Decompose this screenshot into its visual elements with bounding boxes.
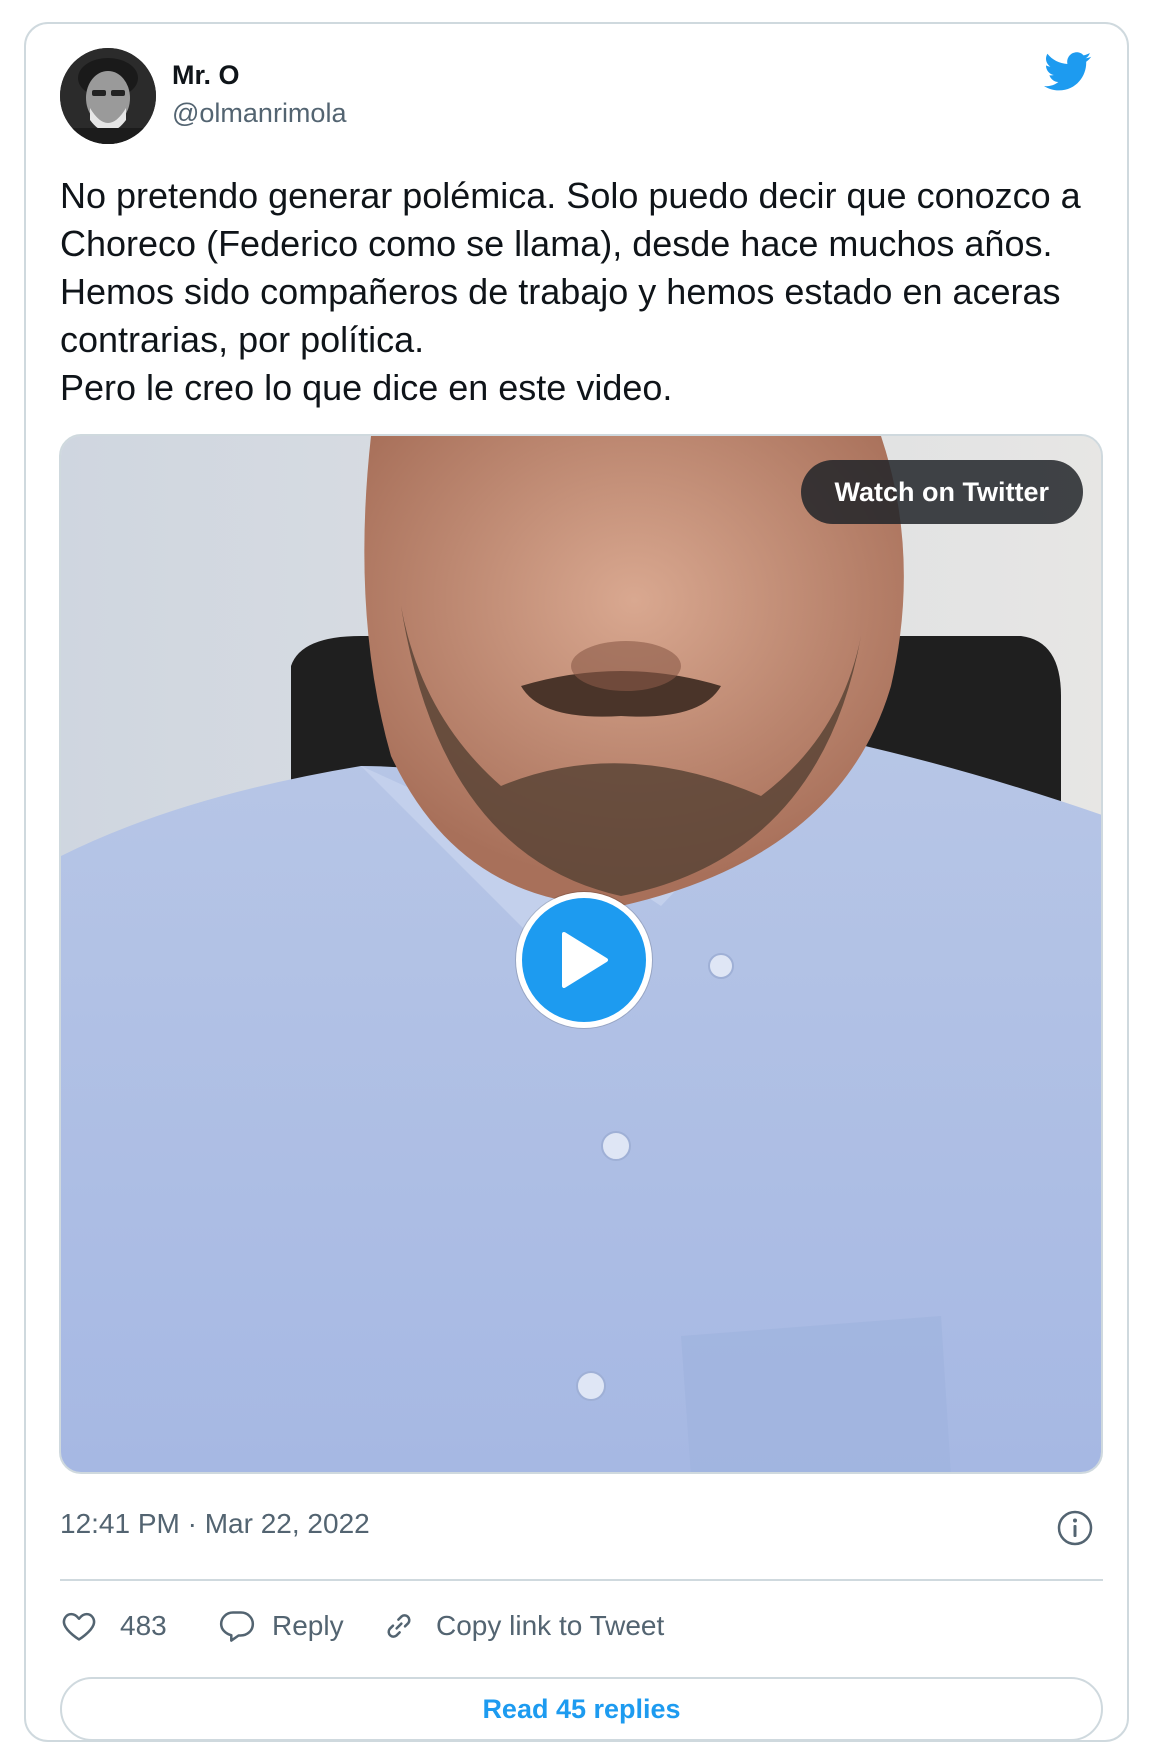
info-icon[interactable] <box>1056 1509 1094 1547</box>
heart-icon <box>62 1612 96 1641</box>
copy-link-label: Copy link to Tweet <box>436 1610 665 1641</box>
author-avatar[interactable] <box>60 48 156 144</box>
video-player[interactable]: Watch on Twitter <box>59 434 1103 1474</box>
twitter-bird-icon[interactable] <box>1044 52 1092 92</box>
tweet-card: Mr. O @olmanrimola No pretendo generar p… <box>24 22 1129 1742</box>
reply-label: Reply <box>272 1610 344 1641</box>
tweet-timestamp[interactable]: 12:41 PM · Mar 22, 2022 <box>60 1508 370 1540</box>
play-button[interactable] <box>516 892 652 1028</box>
reply-icon <box>219 1611 255 1642</box>
like-count: 483 <box>120 1610 167 1641</box>
link-icon <box>387 1614 411 1638</box>
divider <box>60 1579 1103 1581</box>
author-name[interactable]: Mr. O <box>172 60 240 91</box>
copy-link-button[interactable]: Copy link to Tweet <box>380 1604 700 1648</box>
author-handle[interactable]: @olmanrimola <box>172 98 346 129</box>
watch-on-twitter-button[interactable]: Watch on Twitter <box>800 460 1083 524</box>
avatar-image <box>60 48 156 144</box>
read-replies-button[interactable]: Read 45 replies <box>60 1677 1103 1741</box>
play-icon <box>562 932 608 988</box>
reply-button[interactable]: Reply <box>218 1604 358 1648</box>
tweet-text: No pretendo generar polémica. Solo puedo… <box>60 175 1081 408</box>
like-button[interactable]: 483 <box>60 1604 180 1648</box>
